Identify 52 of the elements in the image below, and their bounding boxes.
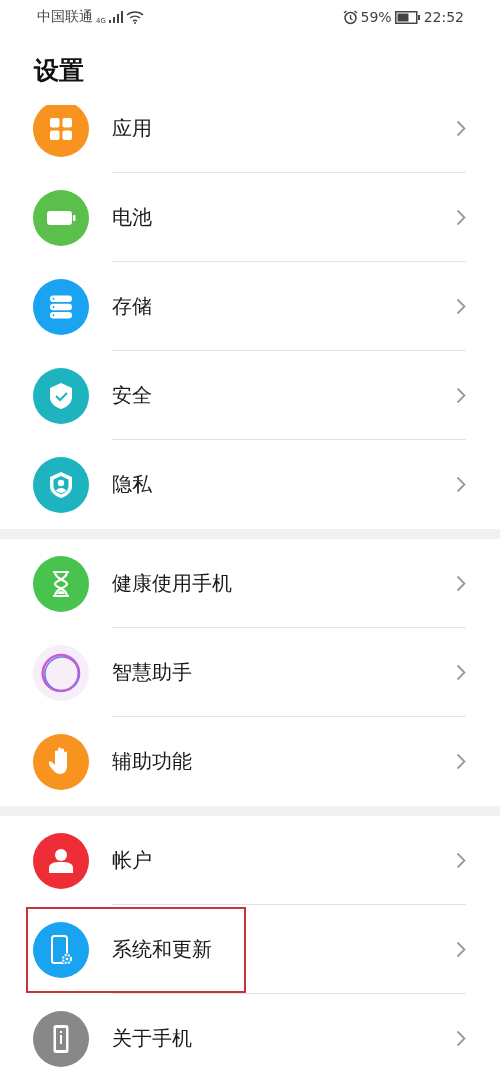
chevron-icon bbox=[456, 940, 466, 958]
settings-row[interactable]: 安全 bbox=[0, 351, 500, 440]
chevron-icon bbox=[456, 752, 466, 770]
row-label: 智慧助手 bbox=[112, 658, 192, 686]
row-label: 帐户 bbox=[112, 846, 152, 874]
settings-row[interactable]: 电池 bbox=[0, 173, 500, 262]
row-label: 关于手机 bbox=[112, 1024, 192, 1052]
chevron-icon bbox=[456, 475, 466, 493]
apps-grid-icon bbox=[33, 105, 89, 157]
settings-row[interactable]: 帐户 bbox=[0, 816, 500, 905]
row-label: 电池 bbox=[112, 203, 152, 231]
page-title: 设置 bbox=[34, 55, 84, 87]
person-icon bbox=[33, 832, 89, 889]
row-label: 辅助功能 bbox=[112, 747, 192, 775]
row-label: 健康使用手机 bbox=[112, 569, 232, 597]
row-label: 应用 bbox=[112, 114, 152, 142]
alarm-clock-icon bbox=[342, 9, 358, 25]
row-label: 安全 bbox=[112, 381, 152, 409]
carrier-name: 中国联通 bbox=[37, 8, 93, 26]
hand-icon bbox=[33, 733, 89, 790]
chevron-icon bbox=[456, 1029, 466, 1047]
wifi-icon bbox=[125, 10, 144, 24]
chevron-icon bbox=[456, 851, 466, 869]
phone-gear-icon bbox=[33, 921, 89, 978]
shield-check-icon bbox=[33, 367, 89, 424]
clock-time: 22:52 bbox=[423, 9, 464, 25]
row-label: 系统和更新 bbox=[112, 935, 212, 963]
settings-row[interactable]: 关于手机 bbox=[0, 994, 500, 1083]
hourglass-icon bbox=[33, 555, 89, 612]
settings-row[interactable]: 系统和更新 bbox=[0, 905, 500, 994]
battery-icon bbox=[394, 10, 421, 24]
chevron-icon bbox=[456, 208, 466, 226]
row-label: 隐私 bbox=[112, 470, 152, 498]
chevron-icon bbox=[456, 386, 466, 404]
row-label: 存储 bbox=[112, 292, 152, 320]
chevron-icon bbox=[456, 119, 466, 137]
settings-row[interactable]: 存储 bbox=[0, 262, 500, 351]
storage-icon bbox=[33, 278, 89, 335]
chevron-icon bbox=[456, 574, 466, 592]
battery-icon bbox=[33, 189, 89, 246]
settings-row[interactable]: 辅助功能 bbox=[0, 717, 500, 806]
signal-icon bbox=[108, 11, 123, 23]
chevron-icon bbox=[456, 663, 466, 681]
assistant-ring-icon bbox=[33, 644, 89, 701]
settings-row[interactable]: 健康使用手机 bbox=[0, 539, 500, 628]
battery-percent: 59% bbox=[360, 9, 392, 25]
settings-row[interactable]: 应用 bbox=[0, 105, 500, 173]
settings-row[interactable]: 隐私 bbox=[0, 440, 500, 529]
phone-info-icon bbox=[33, 1010, 89, 1067]
chevron-icon bbox=[456, 297, 466, 315]
shield-person-icon bbox=[33, 456, 89, 513]
settings-row[interactable]: 智慧助手 bbox=[0, 628, 500, 717]
